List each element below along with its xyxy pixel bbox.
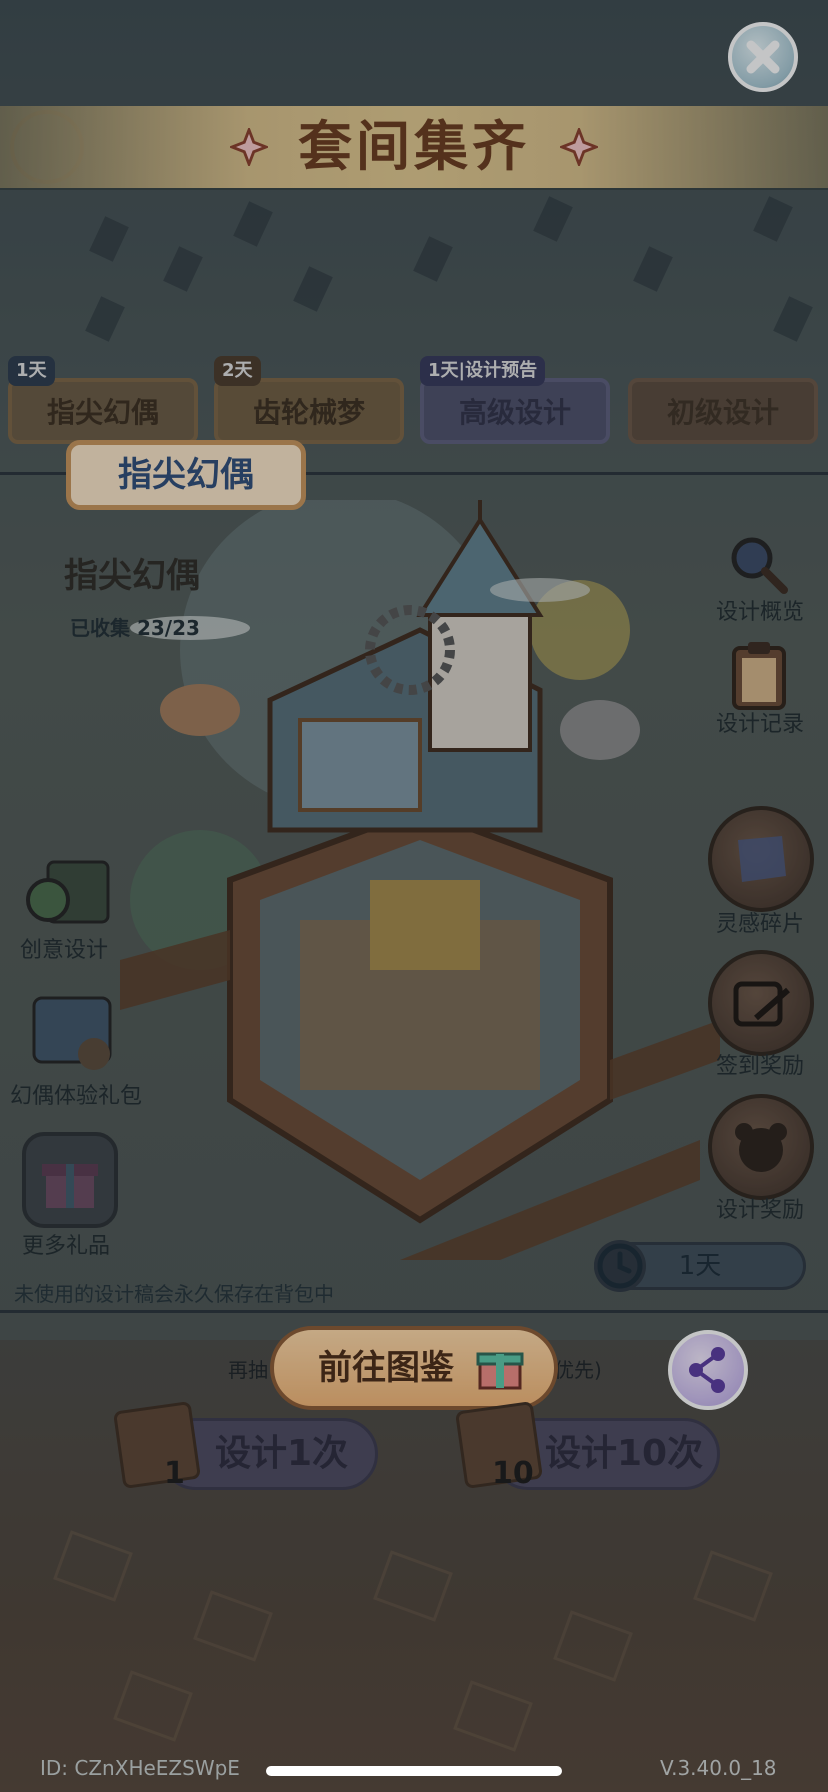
tab-badge: 1天|设计预告: [420, 356, 546, 386]
tab-basic-design[interactable]: 初级设计: [628, 378, 818, 444]
design-reward-button[interactable]: [708, 1094, 814, 1200]
gift-box-icon: [42, 1164, 98, 1208]
gift-pack-icon[interactable]: [24, 984, 124, 1074]
inspiration-fragments-label[interactable]: 灵感碎片: [700, 906, 820, 938]
home-indicator[interactable]: [266, 1766, 562, 1776]
creative-design-label[interactable]: 创意设计: [20, 932, 108, 964]
draw-ten-count: 10: [492, 1456, 534, 1491]
tab-label: 初级设计: [666, 396, 779, 429]
tab-advanced-design[interactable]: 高级设计: [420, 378, 610, 444]
calendar-pen-icon: [733, 981, 790, 1027]
set-collected-count: 已收集 23/23: [70, 616, 200, 640]
storage-tip: 未使用的设计稿会永久保存在背包中: [14, 1282, 334, 1306]
clipboard-icon[interactable]: [730, 640, 788, 710]
divider: [0, 1310, 828, 1313]
selected-set-plaque: 指尖幻偶: [66, 440, 306, 510]
draw-once-count: 1: [164, 1456, 185, 1491]
more-gifts-label[interactable]: 更多礼品: [22, 1228, 110, 1260]
house-illustration: [120, 500, 720, 1260]
tab-label: 指尖幻偶: [46, 396, 159, 429]
page-title: 套间集齐: [298, 115, 530, 178]
share-button[interactable]: [668, 1330, 748, 1410]
tab-label: 齿轮械梦: [252, 396, 365, 429]
tab-label: 高级设计: [458, 396, 571, 429]
share-icon: [689, 1347, 725, 1393]
tab-badge: 2天: [214, 356, 261, 386]
sparkle-icon: [560, 128, 598, 166]
design-records-label[interactable]: 设计记录: [700, 706, 820, 738]
more-gifts-button[interactable]: [22, 1132, 118, 1228]
go-to-gallery-label: 前往图鉴: [318, 1348, 454, 1388]
checkin-reward-button[interactable]: [708, 950, 814, 1056]
draw-once-label: 设计1次: [215, 1433, 349, 1474]
player-id: ID: CZnXHeEZSWpE: [40, 1756, 240, 1780]
gift-icon: [476, 1352, 524, 1390]
checkin-reward-label[interactable]: 签到奖励: [700, 1048, 820, 1080]
bear-icon: [735, 1123, 787, 1172]
close-button[interactable]: [728, 22, 798, 92]
tab-gear-dream[interactable]: 齿轮械梦: [214, 378, 404, 444]
draw-ten-label: 设计10次: [545, 1433, 704, 1474]
draw-hint-right: 优先): [554, 1358, 602, 1382]
close-icon: [746, 40, 780, 74]
design-ticket-icon: [112, 1400, 202, 1490]
magnifier-icon[interactable]: [726, 532, 790, 596]
lightbulb-icon[interactable]: [18, 852, 118, 942]
doll-experience-pack-label[interactable]: 幻偶体验礼包: [10, 1078, 142, 1110]
draw-hint-left: 再抽: [228, 1358, 268, 1382]
map-fragment-icon: [738, 836, 786, 882]
design-overview-label[interactable]: 设计概览: [700, 594, 820, 626]
tab-fingertip-doll[interactable]: 指尖幻偶: [8, 378, 198, 444]
inspiration-fragments-button[interactable]: [708, 806, 814, 912]
tab-badge: 1天: [8, 356, 55, 386]
design-reward-label[interactable]: 设计奖励: [700, 1192, 820, 1224]
set-name: 指尖幻偶: [64, 556, 200, 596]
version-label: V.3.40.0_18: [660, 1756, 777, 1780]
sparkle-icon: [230, 128, 268, 166]
clock-icon: [594, 1240, 646, 1292]
